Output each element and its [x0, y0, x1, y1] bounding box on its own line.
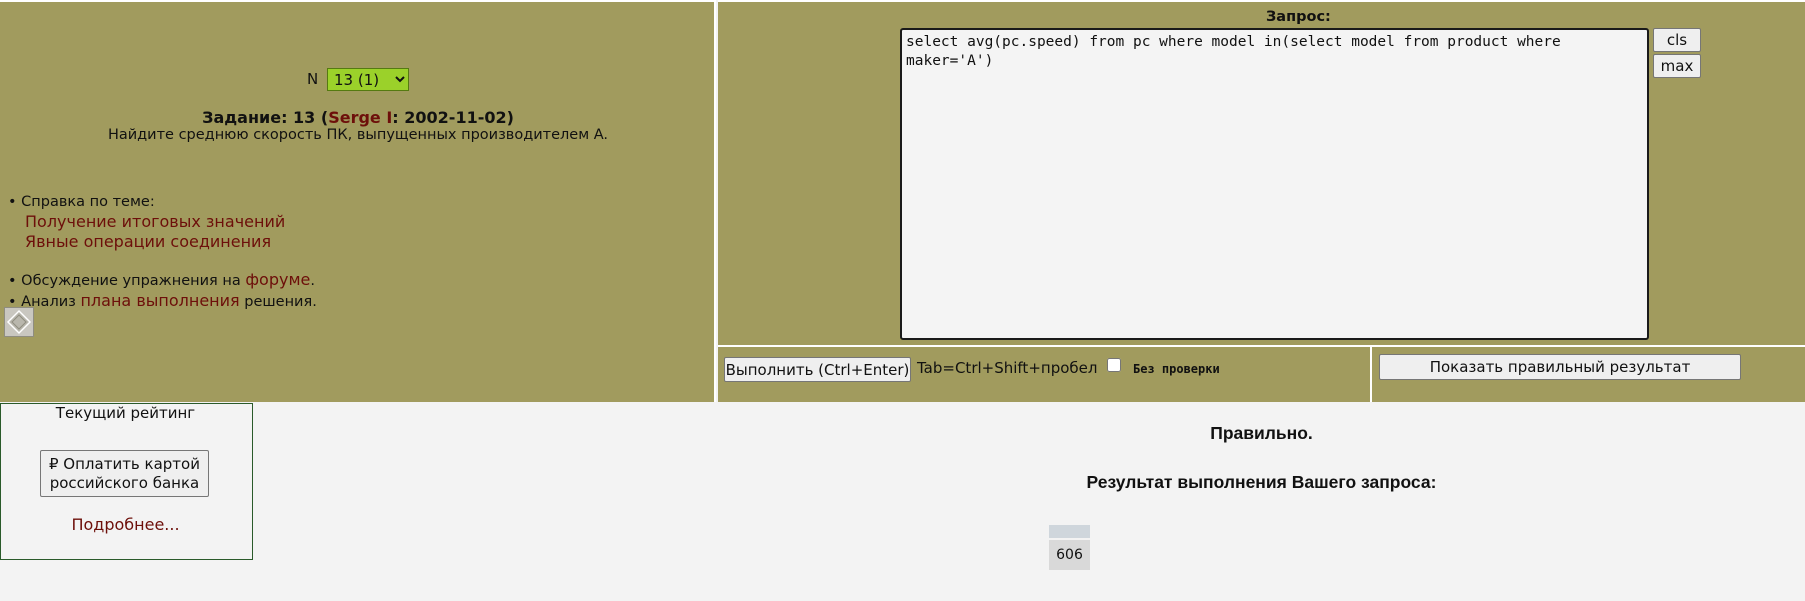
more-link[interactable]: Подробнее... — [0, 515, 251, 534]
task-number-label: N — [306, 70, 319, 88]
query-textarea[interactable]: select avg(pc.speed) from pc where model… — [900, 28, 1649, 340]
task-title: Задание: 13 (Serge I: 2002-11-02) — [0, 108, 716, 127]
help-header: • Справка по теме: — [8, 194, 155, 210]
diamond-icon-button[interactable] — [4, 307, 34, 337]
help-link-joins[interactable]: Явные операции соединения — [8, 232, 285, 252]
task-description: Найдите среднюю скорость ПК, выпущенных … — [107, 127, 609, 143]
run-button[interactable]: Выполнить (Ctrl+Enter) — [724, 357, 911, 382]
maximize-button[interactable]: max — [1653, 54, 1701, 78]
result-status: Правильно. — [1210, 423, 1313, 443]
no-check-checkbox[interactable] — [1107, 358, 1121, 372]
show-correct-result-button[interactable]: Показать правильный результат — [1379, 354, 1741, 380]
pay-card-button[interactable]: ₽ Оплатить картой российского банка — [40, 450, 209, 497]
divider — [1370, 347, 1372, 402]
task-selector-row: N 13 (1) — [0, 68, 716, 91]
plan-link[interactable]: плана выполнения — [80, 291, 239, 310]
forum-link[interactable]: форуме — [245, 270, 310, 289]
plan-suffix: решения. — [239, 294, 317, 310]
result-title: Результат выполнения Вашего запроса: — [1086, 472, 1437, 492]
task-title-suffix: : 2002-11-02) — [392, 108, 514, 127]
query-label: Запрос: — [1266, 9, 1331, 25]
divider — [718, 345, 1805, 347]
plan-line: • Анализ плана выполнения решения. — [8, 291, 317, 312]
forum-prefix: • Обсуждение упражнения на — [8, 273, 246, 289]
clear-button[interactable]: cls — [1653, 28, 1701, 52]
tab-hint: Tab=Ctrl+Shift+пробел — [917, 359, 1098, 377]
task-title-prefix: Задание: 13 ( — [202, 108, 329, 127]
diamond-icon — [6, 309, 32, 335]
task-number-select[interactable]: 13 (1) — [327, 68, 409, 91]
no-check-label: Без проверки — [1133, 362, 1220, 376]
help-section: • Справка по теме: Получение итоговых зн… — [8, 192, 285, 252]
rating-title: Текущий рейтинг — [55, 404, 196, 422]
help-link-aggregates[interactable]: Получение итоговых значений — [8, 212, 285, 232]
result-table-header — [1049, 525, 1090, 538]
task-author: Serge I — [328, 108, 393, 127]
forum-line: • Обсуждение упражнения на форуме. — [8, 270, 317, 291]
forum-suffix: . — [310, 273, 315, 289]
result-table-cell: 606 — [1049, 540, 1090, 570]
discussion-section: • Обсуждение упражнения на форуме. • Ана… — [8, 270, 317, 312]
